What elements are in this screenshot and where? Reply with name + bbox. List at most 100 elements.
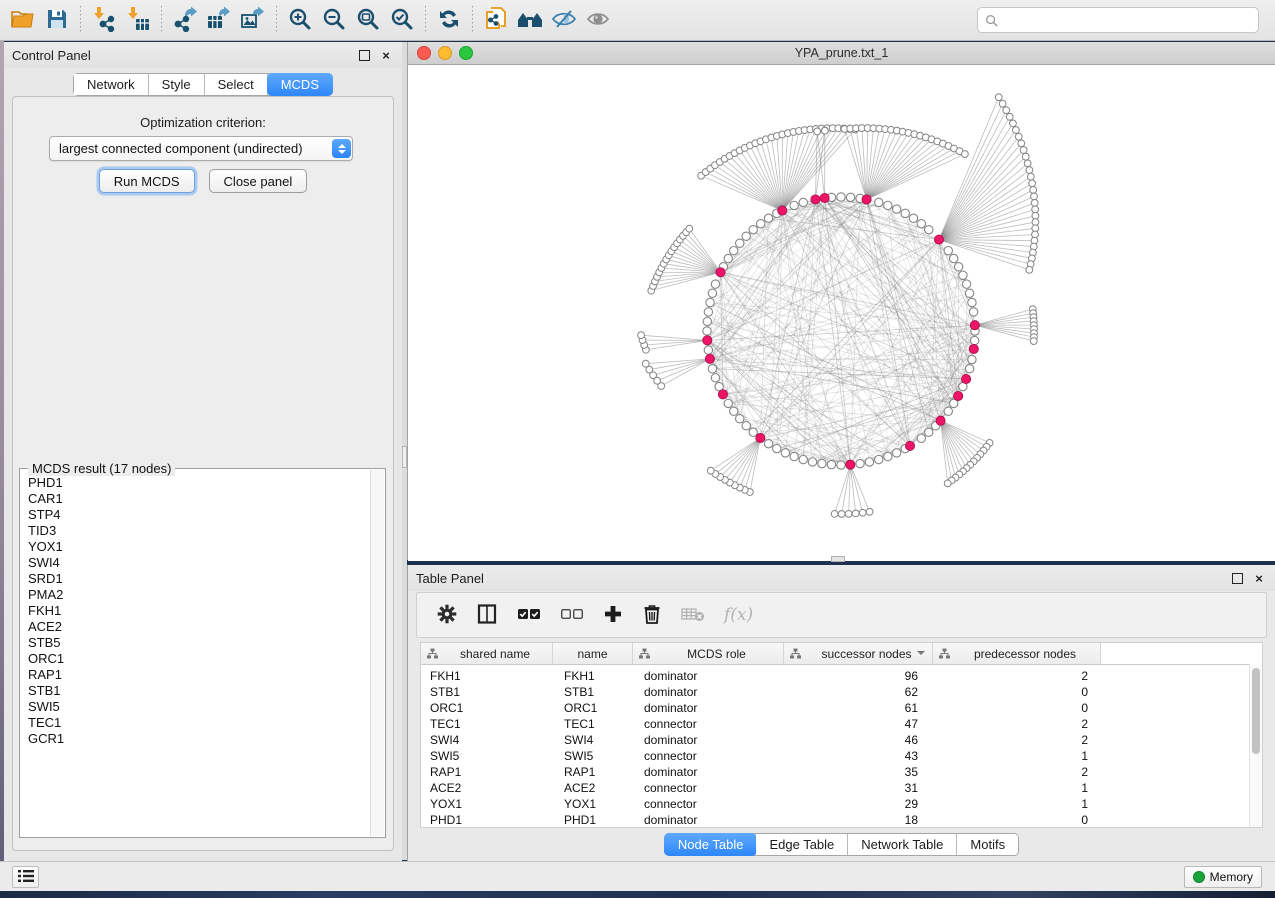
table-row[interactable]: PHD1PHD1dominator180 [421,813,1250,827]
search-input[interactable] [1002,10,1258,30]
memory-button[interactable]: Memory [1184,866,1262,888]
zoom-out-button[interactable] [317,4,351,36]
mcds-result-item[interactable]: RAP1 [20,667,371,683]
table-row[interactable]: ACE2ACE2connector311 [421,781,1250,797]
sort-desc-icon [917,651,925,655]
table-row[interactable]: RAP1RAP1dominator352 [421,765,1250,781]
select-all-icon [517,607,541,624]
open-folder-button[interactable] [6,4,40,36]
table-row[interactable]: YOX1YOX1connector291 [421,797,1250,813]
clone-network-button[interactable] [479,4,513,36]
mcds-result-item[interactable]: SWI4 [20,555,371,571]
mcds-result-item[interactable]: STP4 [20,507,371,523]
function-builder-button[interactable]: f(x) [724,600,753,630]
add-column-button[interactable] [603,600,623,630]
table-row[interactable]: STB1STB1dominator620 [421,685,1250,701]
refresh-button[interactable] [432,4,466,36]
column-header[interactable]: successor nodes [784,643,933,664]
control-panel-tab[interactable]: Style [149,74,205,95]
control-panel-tab[interactable]: Select [205,74,268,95]
mcds-result-item[interactable]: GCR1 [20,731,371,747]
export-image-button[interactable] [236,4,270,36]
mcds-list-scrollbar[interactable] [370,470,384,836]
desktop-wallpaper-bottom [0,891,1275,898]
run-mcds-button[interactable]: Run MCDS [99,169,195,193]
mcds-result-item[interactable]: ACE2 [20,619,371,635]
toolbar-separator [472,6,473,34]
delete-column-button[interactable] [642,600,662,630]
control-panel-tab[interactable]: Network [74,74,149,95]
column-header[interactable]: name [553,643,633,664]
column-header[interactable]: predecessor nodes [933,643,1101,664]
mcds-result-item[interactable]: CAR1 [20,491,371,507]
function-icon: f(x) [724,605,753,625]
mcds-result-item[interactable]: STB1 [20,683,371,699]
mcds-result-item[interactable]: STB5 [20,635,371,651]
select-all-button[interactable] [517,600,541,630]
export-table-button[interactable] [202,4,236,36]
task-history-button[interactable] [12,866,39,888]
network-canvas[interactable] [408,65,1275,561]
network-window-titlebar[interactable]: YPA_prune.txt_1 [408,42,1275,65]
binoculars-button[interactable] [513,4,547,36]
save-button[interactable] [40,4,74,36]
zoom-fit-button[interactable] [351,4,385,36]
show-details-button[interactable] [581,4,615,36]
table-row[interactable]: TEC1TEC1connector472 [421,717,1250,733]
network-window-title: YPA_prune.txt_1 [408,46,1275,60]
hide-details-button[interactable] [547,4,581,36]
toolbar-separator [425,6,426,34]
export-image-icon [240,6,266,35]
table-settings-button[interactable] [437,600,457,630]
table-scrollbar[interactable] [1249,664,1262,827]
close-table-panel-button[interactable]: × [1251,570,1267,586]
float-table-panel-button[interactable] [1229,570,1245,586]
close-panel-button-2[interactable]: Close panel [209,169,308,193]
horizontal-splitter-handle[interactable] [831,556,845,562]
dropdown-value: largest connected component (undirected) [50,141,332,156]
mcds-result-item[interactable]: TID3 [20,523,371,539]
mcds-result-list[interactable]: PHD1CAR1STP4TID3YOX1SWI4SRD1PMA2FKH1ACE2… [20,475,371,837]
table-tab[interactable]: Node Table [664,833,758,856]
table-row[interactable]: ORC1ORC1dominator610 [421,701,1250,717]
main-toolbar [0,0,1275,41]
optimization-criterion-dropdown[interactable]: largest connected component (undirected) [49,136,353,161]
binoculars-icon [516,7,544,34]
mcds-result-item[interactable]: SWI5 [20,699,371,715]
mcds-result-item[interactable]: PMA2 [20,587,371,603]
zoom-in-button[interactable] [283,4,317,36]
mcds-result-item[interactable]: YOX1 [20,539,371,555]
table-tab[interactable]: Network Table [848,834,957,855]
table-tab[interactable]: Motifs [957,834,1018,855]
column-header[interactable]: MCDS role [633,643,784,664]
deselect-all-button[interactable] [560,600,584,630]
open-folder-icon [9,7,37,34]
column-type-icon [639,648,650,659]
search-box [977,7,1259,33]
mcds-result-item[interactable]: FKH1 [20,603,371,619]
export-network-button[interactable] [168,4,202,36]
table-row[interactable]: FKH1FKH1dominator962 [421,669,1250,685]
delete-table-button[interactable] [681,600,705,630]
table-tab[interactable]: Edge Table [756,834,848,855]
close-panel-button[interactable]: × [378,47,394,63]
status-bar: Memory [0,861,1275,891]
show-columns-button[interactable] [476,600,498,630]
control-panel-tab[interactable]: MCDS [267,73,333,96]
mcds-result-item[interactable]: ORC1 [20,651,371,667]
table-row[interactable]: SWI5SWI5connector431 [421,749,1250,765]
zoom-selected-button[interactable] [385,4,419,36]
column-header[interactable]: shared name [421,643,553,664]
mcds-result-item[interactable]: SRD1 [20,571,371,587]
table-scrollbar-thumb[interactable] [1252,668,1260,754]
float-panel-button[interactable] [356,47,372,63]
column-type-icon [939,648,950,659]
mcds-result-item[interactable]: PHD1 [20,475,371,491]
export-network-icon [172,6,198,35]
table-row[interactable]: SWI4SWI4dominator462 [421,733,1250,749]
mcds-result-item[interactable]: TEC1 [20,715,371,731]
import-table-button[interactable] [121,4,155,36]
delete-table-icon [681,606,705,625]
table-panel-titlebar: Table Panel × [408,565,1275,591]
import-network-button[interactable] [87,4,121,36]
